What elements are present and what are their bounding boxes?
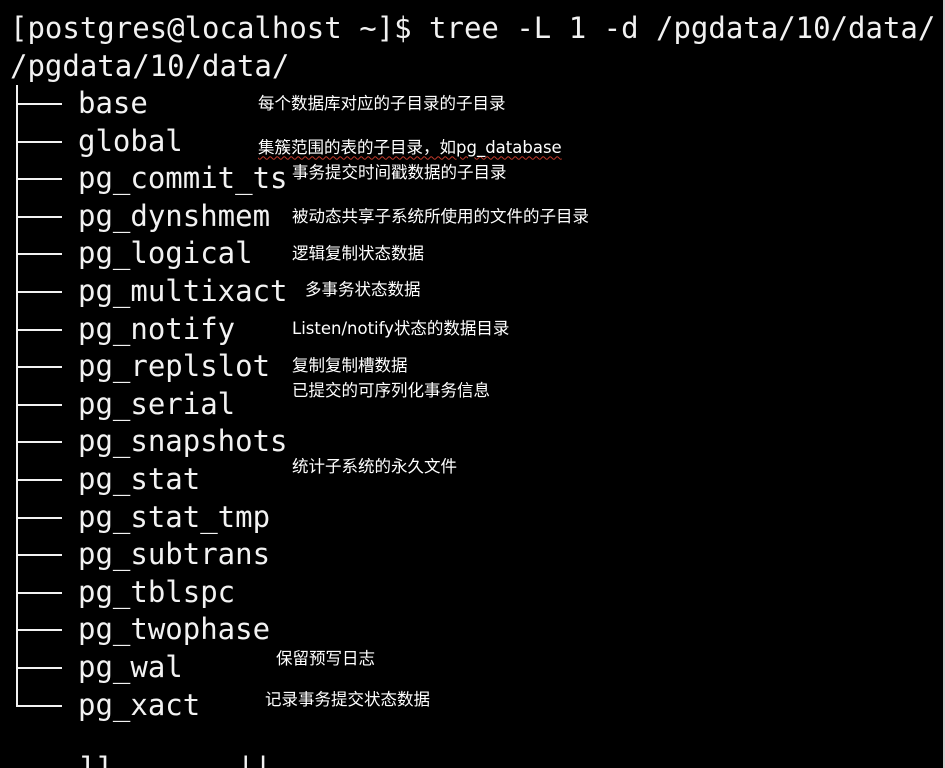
- tree-branch-line: [16, 178, 62, 181]
- partial-next-line: ll ||: [10, 751, 272, 768]
- command-prompt-line: [postgres@localhost ~]$ tree -L 1 -d /pg…: [10, 11, 936, 45]
- tree-row: pg_wal 保留预写日志: [0, 649, 945, 687]
- tree-branch-line: [16, 328, 62, 331]
- directory-name: pg_twophase: [78, 612, 271, 647]
- tree-row: pg_dynshmem 被动态共享子系统所使用的文件的子目录: [0, 198, 945, 236]
- directory-annotation: 集簇范围的表的子目录，如pg_database: [258, 137, 562, 157]
- directory-annotation: 统计子系统的永久文件: [292, 457, 457, 476]
- directory-annotation: 逻辑复制状态数据: [292, 244, 424, 264]
- tree-branch-line: [16, 516, 62, 519]
- directory-name: pg_stat_tmp: [78, 499, 271, 534]
- directory-annotation: 事务提交时间戳数据的子目录: [292, 163, 507, 183]
- directory-name: pg_dynshmem: [78, 198, 271, 233]
- tree-branch-line: [16, 667, 62, 669]
- tree-branch-line: [16, 591, 62, 594]
- directory-name: pg_xact: [78, 687, 201, 722]
- tree-row: pg_commit_ts 事务提交时间戳数据的子目录: [0, 160, 945, 198]
- directory-name: base: [78, 86, 148, 120]
- tree-branch-line: [16, 215, 62, 218]
- tree-row: pg_twophase: [0, 611, 945, 649]
- tree-row: pg_notify Listen/notify状态的数据目录: [0, 311, 945, 349]
- tree-branch-line: [16, 103, 62, 105]
- directory-name: pg_notify: [78, 311, 236, 346]
- directory-name: pg_stat: [78, 462, 201, 496]
- tree-row: pg_multixact 多事务状态数据: [0, 273, 945, 311]
- directory-name: pg_serial: [78, 386, 236, 421]
- tree-row: pg_serial 已提交的可序列化事务信息: [0, 381, 945, 424]
- directory-name: pg_commit_ts: [78, 161, 288, 196]
- tree-branch-line: [16, 403, 62, 406]
- tree-row: pg_stat 统计子系统的永久文件: [0, 457, 945, 499]
- tree-branch-line: [16, 366, 62, 369]
- directory-annotation: 被动态共享子系统所使用的文件的子目录: [292, 206, 589, 226]
- directory-annotation: 多事务状态数据: [305, 280, 421, 299]
- tree-root-path: /pgdata/10/data/: [10, 49, 290, 83]
- tree-branch-line: [16, 140, 62, 143]
- directory-name: pg_subtrans: [78, 537, 271, 572]
- tree-branch-line: [16, 291, 62, 293]
- tree-branch-line: [16, 441, 62, 444]
- tree-row: pg_xact 记录事务提交状态数据: [0, 687, 945, 725]
- directory-name: pg_snapshots: [78, 424, 288, 459]
- tree-row: pg_subtrans: [0, 536, 945, 574]
- directory-name: pg_tblspc: [78, 574, 236, 609]
- tree-branch-line: [16, 253, 62, 256]
- directory-name: pg_multixact: [78, 274, 288, 308]
- tree-branch-line: [16, 479, 62, 481]
- terminal-window[interactable]: [postgres@localhost ~]$ tree -L 1 -d /pg…: [0, 0, 945, 768]
- directory-annotation: Listen/notify状态的数据目录: [292, 318, 510, 338]
- directory-annotation: 已提交的可序列化事务信息: [292, 380, 490, 400]
- directory-annotation: 记录事务提交状态数据: [265, 689, 430, 709]
- tree-branch-line: [16, 629, 62, 632]
- tree-branch-line: [16, 704, 62, 707]
- tree-row: base 每个数据库对应的子目录的子目录: [0, 85, 945, 123]
- directory-annotation: 复制复制槽数据: [292, 356, 408, 376]
- directory-name: global: [78, 123, 183, 158]
- directory-annotation: 保留预写日志: [276, 649, 375, 668]
- tree-branch-line: [16, 554, 62, 557]
- tree-row: pg_tblspc: [0, 574, 945, 612]
- directory-name: pg_wal: [78, 650, 183, 684]
- directory-annotation: 每个数据库对应的子目录的子目录: [258, 94, 506, 113]
- tree-row: pg_logical 逻辑复制状态数据: [0, 235, 945, 273]
- directory-name: pg_replslot: [78, 349, 271, 384]
- tree-row: pg_snapshots: [0, 423, 945, 461]
- directory-name: pg_logical: [78, 236, 253, 271]
- tree-row: pg_stat_tmp: [0, 499, 945, 537]
- tree-row: global 集簇范围的表的子目录，如pg_database: [0, 123, 945, 161]
